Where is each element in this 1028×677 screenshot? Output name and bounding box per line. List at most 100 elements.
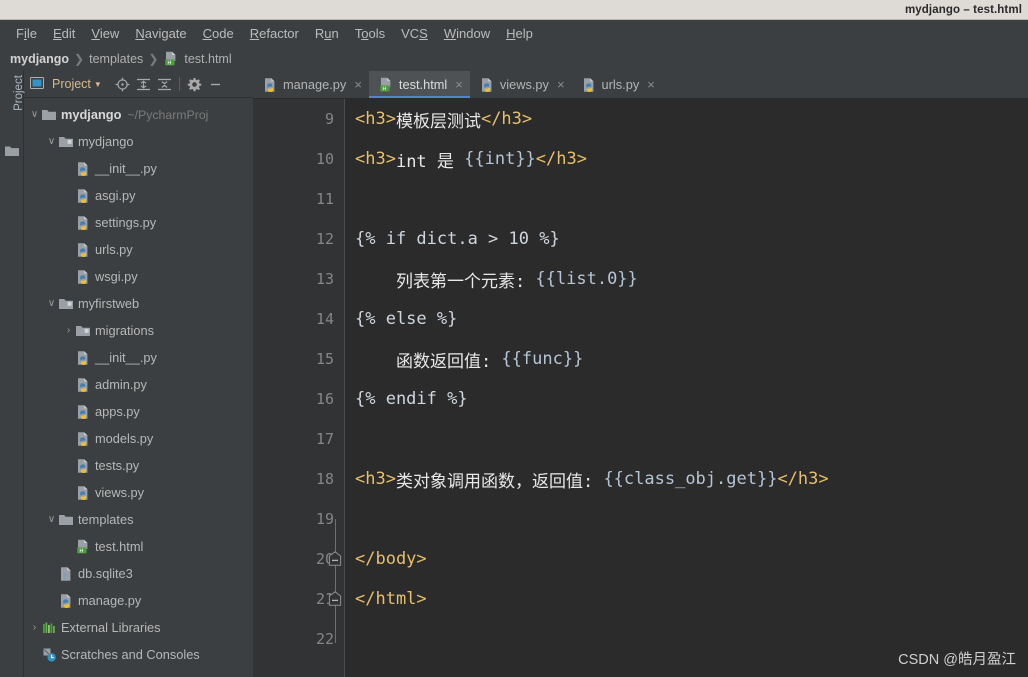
code-span: {{list.0}}	[535, 269, 638, 289]
menu-item-code[interactable]: Code	[195, 24, 242, 43]
chevron-right-icon: ❯	[74, 51, 85, 66]
tree-item-admin-py[interactable]: admin.py	[24, 371, 253, 398]
tree-item-label: admin.py	[95, 377, 147, 392]
python-file-icon	[75, 215, 91, 231]
expand-all-icon[interactable]	[134, 75, 153, 94]
module-folder-icon	[58, 296, 74, 312]
scratches-icon	[41, 647, 57, 663]
close-icon[interactable]: ×	[354, 77, 362, 92]
editor-tab-test-html[interactable]: Htest.html ×	[368, 71, 470, 98]
close-icon[interactable]: ×	[455, 77, 463, 92]
fold-guide-line	[335, 519, 336, 643]
menu-item-navigate[interactable]: Navigate	[127, 24, 194, 43]
menu-item-help[interactable]: Help	[498, 24, 541, 43]
tree-item-manage-py[interactable]: manage.py	[24, 587, 253, 614]
editor-tab-manage-py[interactable]: manage.py ×	[253, 71, 369, 98]
locate-icon[interactable]	[113, 75, 132, 94]
menu-item-vcs[interactable]: VCS	[393, 24, 436, 43]
tree-item-migrations[interactable]: › migrations	[24, 317, 253, 344]
code-line[interactable]	[345, 499, 1028, 539]
menu-item-view[interactable]: View	[83, 24, 127, 43]
menu-item-file[interactable]: File	[8, 24, 45, 43]
tree-item-init-py[interactable]: __init__.py	[24, 155, 253, 182]
tree-item-wsgi-py[interactable]: wsgi.py	[24, 263, 253, 290]
tree-item-label: __init__.py	[95, 350, 157, 365]
editor-tab-views-py[interactable]: views.py ×	[470, 71, 572, 98]
code-line[interactable]: </html>	[345, 579, 1028, 619]
tree-item-templates[interactable]: ∨ templates	[24, 506, 253, 533]
tree-item-asgi-py[interactable]: asgi.py	[24, 182, 253, 209]
tree-item-label: myfirstweb	[78, 296, 140, 311]
chevron-down-icon[interactable]: ∨	[45, 136, 58, 147]
tree-item-db-sqlite3[interactable]: ? db.sqlite3	[24, 560, 253, 587]
python-file-icon	[75, 377, 91, 393]
code-line[interactable]: <h3> int 是 {{int}} </h3>	[345, 139, 1028, 179]
fold-collapse-icon[interactable]	[328, 591, 342, 606]
menu-item-run[interactable]: Run	[307, 24, 347, 43]
tree-item-init-py[interactable]: __init__.py	[24, 344, 253, 371]
collapse-all-icon[interactable]	[155, 75, 174, 94]
module-folder-icon	[58, 134, 74, 150]
code-line[interactable]: 列表第一个元素: {{list.0}}	[345, 259, 1028, 299]
close-icon[interactable]: ×	[647, 77, 655, 92]
tree-item-models-py[interactable]: models.py	[24, 425, 253, 452]
menu-item-refactor[interactable]: Refactor	[242, 24, 307, 43]
svg-text:H: H	[382, 86, 386, 92]
chevron-down-icon[interactable]: ∨	[45, 514, 58, 525]
project-panel-title[interactable]: Project	[52, 77, 91, 91]
code-line[interactable]: {% endif %}	[345, 379, 1028, 419]
chevron-down-icon[interactable]: ∨	[45, 298, 58, 309]
editor-tab-urls-py[interactable]: urls.py ×	[572, 71, 662, 98]
code-line[interactable]: {% else %}	[345, 299, 1028, 339]
tree-item-test-html[interactable]: Htest.html	[24, 533, 253, 560]
project-view-icon	[30, 76, 46, 92]
line-number-gutter[interactable]: 9 10 11 12 13 14 15 16 17 18 19 20 21 22	[253, 99, 345, 677]
tree-item-apps-py[interactable]: apps.py	[24, 398, 253, 425]
menu-item-edit[interactable]: Edit	[45, 24, 83, 43]
chevron-right-icon[interactable]: ›	[62, 325, 75, 336]
code-span: <h3>	[355, 149, 396, 169]
project-panel: Project ▼ ∨ mydjango ~/PycharmProj ∨ myd…	[24, 71, 253, 677]
tree-item-myfirstweb[interactable]: ∨ myfirstweb	[24, 290, 253, 317]
tree-item-scratches-and-consoles[interactable]: Scratches and Consoles	[24, 641, 253, 668]
module-folder-icon	[75, 323, 91, 339]
ide-window: mydjango – test.html File Edit View Navigat…	[0, 0, 1028, 677]
code-line[interactable]: <h3> 模板层测试 </h3>	[345, 99, 1028, 139]
chevron-down-icon[interactable]: ▼	[94, 80, 102, 89]
code-line[interactable]: 函数返回值: {{func}}	[345, 339, 1028, 379]
left-tool-strip: Project	[0, 71, 25, 677]
breadcrumb-folder[interactable]: templates	[89, 52, 143, 66]
code-line[interactable]: {% if dict.a > 10 %}	[345, 219, 1028, 259]
chevron-right-icon[interactable]: ›	[28, 622, 41, 633]
tree-item-tests-py[interactable]: tests.py	[24, 452, 253, 479]
tree-item-settings-py[interactable]: settings.py	[24, 209, 253, 236]
chevron-down-icon[interactable]: ∨	[28, 109, 41, 120]
fold-column[interactable]	[324, 99, 344, 677]
code-content[interactable]: <h3> 模板层测试 </h3> <h3> int 是 {{int}} </h3> {% …	[345, 99, 1028, 677]
python-file-icon	[75, 269, 91, 285]
editor-tab-label: urls.py	[601, 77, 640, 92]
code-line[interactable]	[345, 419, 1028, 459]
menu-item-label: Edit	[52, 25, 76, 41]
code-line[interactable]: </body>	[345, 539, 1028, 579]
menu-item-window[interactable]: Window	[436, 24, 498, 43]
menu-item-tools[interactable]: Tools	[347, 24, 393, 43]
tree-item-external-libraries[interactable]: › External Libraries	[24, 614, 253, 641]
menu-item-label: File	[16, 25, 37, 41]
code-line[interactable]: <h3> 类对象调用函数，返回值: {{class_obj.get}} </h3>	[345, 459, 1028, 499]
tree-item-mydjango[interactable]: ∨ mydjango	[24, 128, 253, 155]
code-line[interactable]	[345, 619, 1028, 659]
breadcrumb-file[interactable]: test.html	[184, 52, 231, 66]
close-icon[interactable]: ×	[557, 77, 565, 92]
window-titlebar: mydjango – test.html	[0, 0, 1028, 20]
gear-icon[interactable]	[185, 75, 204, 94]
tree-item-views-py[interactable]: views.py	[24, 479, 253, 506]
tree-item-mydjango[interactable]: ∨ mydjango ~/PycharmProj	[24, 101, 253, 128]
tree-item-label: tests.py	[95, 458, 140, 473]
tool-window-button-project[interactable]: Project	[13, 58, 25, 128]
minimize-icon[interactable]	[206, 75, 225, 94]
fold-collapse-icon[interactable]	[328, 551, 342, 566]
tree-item-urls-py[interactable]: urls.py	[24, 236, 253, 263]
code-line[interactable]	[345, 179, 1028, 219]
project-tree[interactable]: ∨ mydjango ~/PycharmProj ∨ mydjango __init__.…	[24, 98, 253, 677]
